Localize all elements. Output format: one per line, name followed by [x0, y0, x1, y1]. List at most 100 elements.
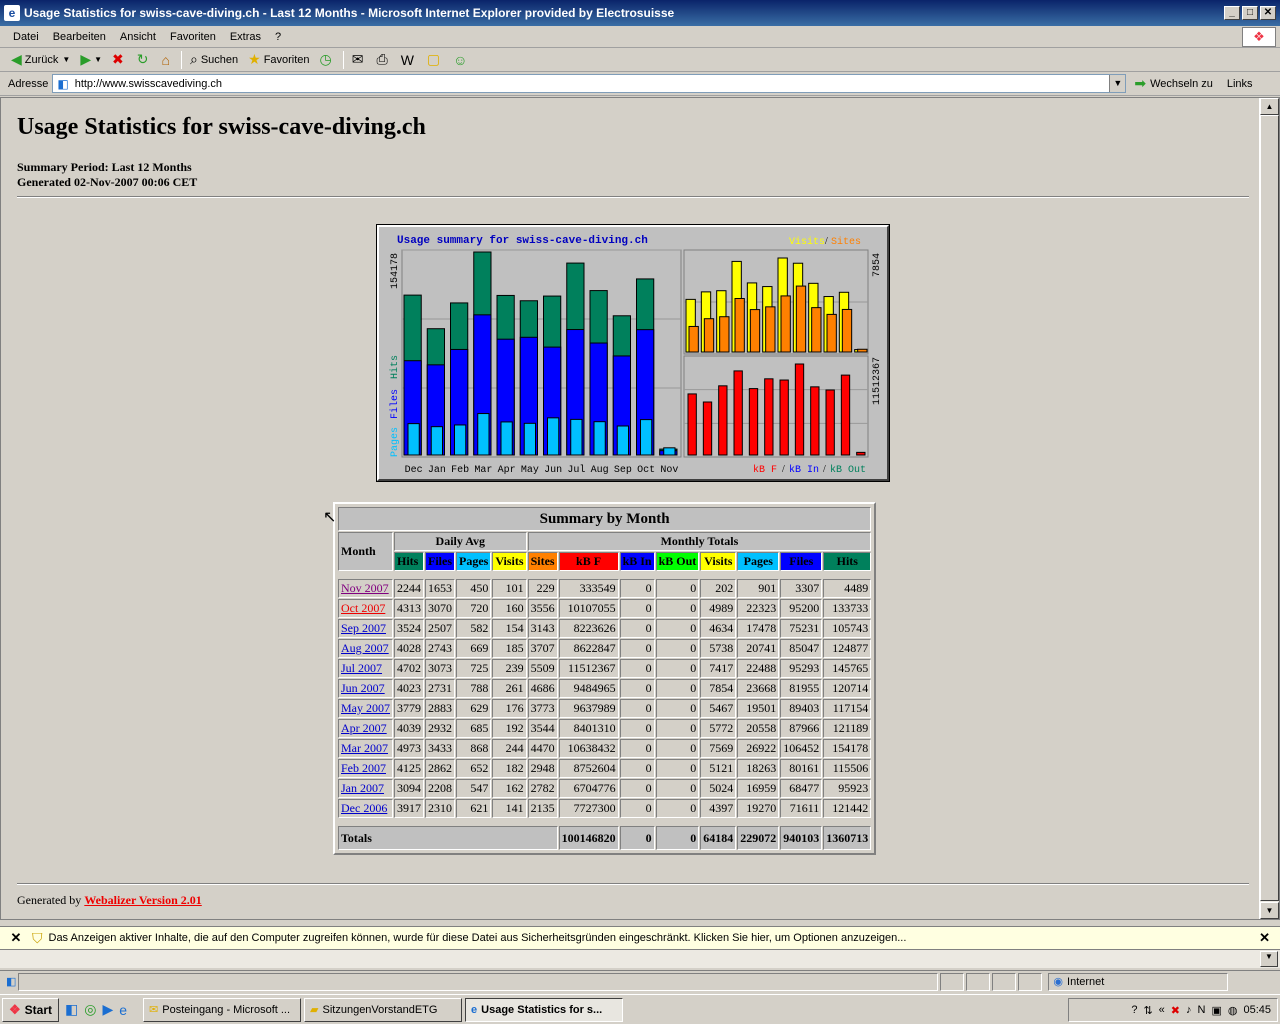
month-link[interactable]: Apr 2007 — [341, 721, 387, 735]
app-icon[interactable]: ◎ — [84, 1001, 96, 1018]
legend-kbf: kB F — [753, 464, 777, 476]
display-icon[interactable]: ▣ — [1211, 1004, 1221, 1017]
table-cell: 8223626 — [558, 619, 619, 638]
forward-button[interactable]: ▶ ▼ — [75, 49, 107, 71]
color-icon[interactable]: ◍ — [1228, 1004, 1238, 1017]
x-tick-label: Dec — [405, 465, 423, 476]
month-link[interactable]: Oct 2007 — [341, 601, 385, 615]
scroll-down-button[interactable]: ▼ — [1260, 902, 1279, 919]
notes-button[interactable]: ▢ — [422, 49, 448, 71]
totals-cell: 1360713 — [823, 826, 872, 850]
table-cell: 788 — [456, 679, 492, 698]
favorites-button[interactable]: ★ Favoriten — [243, 49, 314, 71]
table-cell: 95923 — [823, 779, 872, 798]
menu-ansicht[interactable]: Ansicht — [113, 31, 163, 43]
refresh-button[interactable]: ↻ — [132, 49, 157, 71]
month-link[interactable]: Jan 2007 — [341, 781, 384, 795]
month-link[interactable]: Mar 2007 — [341, 741, 388, 755]
infobar-text[interactable]: Das Anzeigen aktiver Inhalte, die auf de… — [49, 932, 907, 944]
edit-button[interactable]: W — [396, 49, 422, 71]
month-link[interactable]: Aug 2007 — [341, 641, 389, 655]
table-cell: 2743 — [425, 639, 455, 658]
sites-bar — [765, 306, 776, 353]
menu-bearbeiten[interactable]: Bearbeiten — [46, 31, 113, 43]
table-cell: 669 — [456, 639, 492, 658]
month-link[interactable]: Jun 2007 — [341, 681, 385, 695]
table-cell: 8752604 — [558, 759, 619, 778]
horizontal-scrollbar[interactable]: ▼ — [0, 950, 1280, 968]
col-header-visits: Visits — [492, 552, 527, 571]
month-link[interactable]: Jul 2007 — [341, 661, 382, 675]
information-bar[interactable]: ✕ ⛉ Das Anzeigen aktiver Inhalte, die au… — [0, 926, 1280, 950]
pages-bar — [570, 418, 583, 456]
menu-extras[interactable]: Extras — [223, 31, 268, 43]
app-tray-icon[interactable]: N — [1198, 1004, 1206, 1016]
vertical-scrollbar[interactable]: ▲ ▼ — [1260, 98, 1279, 919]
stop-button[interactable]: ✖ — [107, 49, 132, 71]
taskbar-button-ie[interactable]: e Usage Statistics for s... — [465, 997, 624, 1022]
start-button[interactable]: ❖ Start — [2, 997, 59, 1022]
window-titlebar[interactable]: e Usage Statistics for swiss-cave-diving… — [0, 0, 1280, 26]
totals-cell: 64184 — [700, 826, 737, 850]
close-icon[interactable]: ✕ — [1259, 930, 1270, 946]
taskbar-button-outlook[interactable]: ✉ Posteingang - Microsoft ... — [143, 997, 302, 1022]
volume-icon[interactable]: ♪ — [1186, 1004, 1192, 1016]
kbf-bar — [702, 401, 713, 456]
table-cell: 19270 — [737, 799, 780, 818]
tray-expand-icon[interactable]: « — [1159, 1004, 1165, 1016]
search-button[interactable]: ⌕ Suchen — [185, 49, 243, 71]
print-button[interactable]: ⎙ — [372, 49, 396, 71]
close-button[interactable]: ✕ — [1260, 6, 1276, 20]
webalizer-link[interactable]: Webalizer Version 2.01 — [84, 893, 201, 907]
home-button[interactable]: ⌂ — [157, 49, 178, 71]
media-icon[interactable]: ▶ — [102, 1001, 113, 1018]
table-cell: 81955 — [780, 679, 823, 698]
go-arrow-icon[interactable]: ➡ — [1134, 75, 1146, 92]
scroll-up-button[interactable]: ▲ — [1260, 98, 1279, 115]
table-cell: 3073 — [425, 659, 455, 678]
history-icon: ◷ — [319, 51, 332, 67]
go-button[interactable]: Wechseln zu — [1150, 78, 1213, 90]
network-error-icon[interactable]: ✖ — [1171, 1004, 1180, 1017]
table-cell: 121442 — [823, 799, 872, 818]
back-button[interactable]: ◀ Zurück ▼ — [6, 49, 75, 71]
sites-bar — [795, 285, 807, 353]
table-cell: 244 — [492, 739, 527, 758]
table-row: Feb 2007 4125 2862 652 182 2948 8752604 0 0 5121 1… — [338, 759, 872, 778]
table-cell: 0 — [655, 719, 700, 738]
month-link[interactable]: Sep 2007 — [341, 621, 386, 635]
table-cell: 0 — [655, 639, 700, 658]
help-icon[interactable]: ? — [1131, 1004, 1137, 1016]
table-cell: 7417 — [700, 659, 737, 678]
messenger-icon: ☺ — [453, 51, 468, 68]
mail-button[interactable]: ✉ — [347, 49, 372, 71]
totals-cell: 100146820 — [558, 826, 619, 850]
maximize-button[interactable]: □ — [1242, 6, 1258, 20]
status-cell — [992, 972, 1017, 991]
menu-favoriten[interactable]: Favoriten — [163, 31, 223, 43]
month-link[interactable]: May 2007 — [341, 701, 390, 715]
menu-datei[interactable]: Datei — [6, 31, 46, 43]
scroll-thumb[interactable] — [1260, 115, 1279, 901]
pages-bar — [454, 424, 467, 456]
taskbar-button-folder[interactable]: ▰ SitzungenVorstandETG — [304, 997, 463, 1022]
mail-icon: ✉ — [351, 51, 364, 67]
month-link[interactable]: Nov 2007 — [341, 581, 389, 595]
menu-help[interactable]: ? — [268, 31, 288, 43]
month-link[interactable]: Dec 2006 — [341, 801, 387, 815]
close-icon[interactable]: ✕ — [0, 930, 32, 946]
minimize-button[interactable]: _ — [1224, 6, 1240, 20]
network-icon[interactable]: ⇅ — [1143, 1004, 1152, 1017]
table-row: Jul 2007 4702 3073 725 239 5509 11512367 0 0 7417… — [338, 659, 872, 678]
month-link[interactable]: Feb 2007 — [341, 761, 386, 775]
legend-kbin: kB In — [789, 464, 819, 476]
links-button[interactable]: Links — [1227, 78, 1253, 90]
sites-bar — [780, 295, 791, 353]
messenger-button[interactable]: ☺ — [448, 49, 475, 71]
address-input[interactable]: ◧ http://www.swisscavediving.ch ▼ — [52, 74, 1127, 93]
desktop-icon[interactable]: ◧ — [65, 1001, 78, 1018]
address-dropdown[interactable]: ▼ — [1109, 75, 1126, 92]
scroll-right-button[interactable]: ▼ — [1260, 951, 1278, 967]
ie-quicklaunch-icon[interactable]: e — [119, 1002, 127, 1018]
history-button[interactable]: ◷ — [315, 49, 340, 71]
